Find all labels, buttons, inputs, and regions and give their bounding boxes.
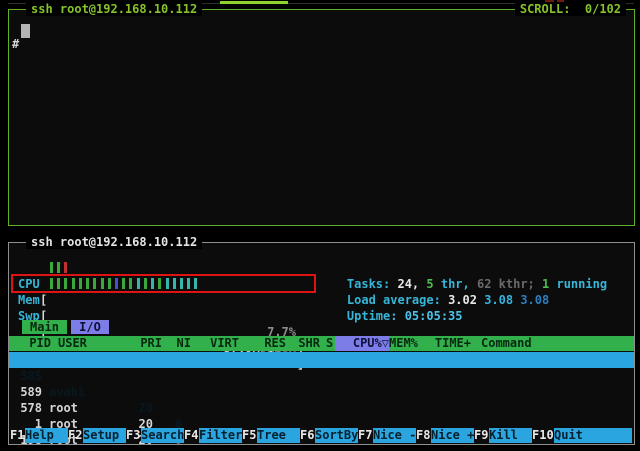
fkey-f1[interactable]: F1 xyxy=(10,428,25,443)
uptime-label: Uptime: xyxy=(347,309,405,323)
shell-prompt: # xyxy=(12,36,19,52)
fkey-f2-label[interactable]: Setup xyxy=(83,428,126,443)
top-terminal-pane[interactable] xyxy=(8,9,635,226)
fkey-f5[interactable]: F5 xyxy=(242,428,257,443)
fkey-f1-label[interactable]: Help xyxy=(25,428,68,443)
fkey-f4[interactable]: F4 xyxy=(184,428,199,443)
fkey-f3[interactable]: F3 xyxy=(126,428,141,443)
bottom-pane-title: ssh root@192.168.10.112 xyxy=(26,235,202,249)
fkey-f6-label[interactable]: SortBy xyxy=(315,428,358,443)
fkey-f8[interactable]: F8 xyxy=(416,428,431,443)
fkey-f6[interactable]: F6 xyxy=(300,428,315,443)
top-strip-green-segment xyxy=(220,1,288,4)
scroll-indicator: SCROLL: 0/102 xyxy=(515,2,626,16)
header-shr[interactable]: SHR xyxy=(279,336,320,350)
process-row-htop[interactable]: 589 root 20 0 1672 1444 1000 R 1.3 1.1 0… xyxy=(0,368,640,384)
process-row-init[interactable]: 1 root 20 0 768 524 476 S 0.0 0.4 0:02.1… xyxy=(0,400,640,416)
tab-io[interactable]: I/O xyxy=(71,320,109,334)
fkey-f10-label[interactable]: Quit xyxy=(554,428,632,443)
fkey-f9[interactable]: F9 xyxy=(474,428,489,443)
cpu-meter-bars xyxy=(50,262,230,274)
fkey-f7-label[interactable]: Nice - xyxy=(373,428,416,443)
load-average-line: Load average: 3.02 3.08 3.08 xyxy=(318,276,634,292)
process-table-header: PID USER PRI NI VIRT RES SHR S CPU%▽ MEM… xyxy=(9,336,634,351)
header-cpu: CPU% xyxy=(353,336,382,350)
tasks-line: Tasks: 24, 5 thr, 62 kthr; 1 running xyxy=(318,260,634,276)
header-user[interactable]: USER xyxy=(58,336,133,350)
terminal-cursor xyxy=(21,24,30,38)
sort-arrow-icon: ▽ xyxy=(382,336,389,350)
shell-prompt-line[interactable]: # xyxy=(0,20,640,36)
top-pane-title: ssh root@192.168.10.112 xyxy=(26,2,202,16)
header-pri[interactable]: PRI xyxy=(134,336,162,350)
header-ni[interactable]: NI xyxy=(167,336,191,350)
fkey-f7[interactable]: F7 xyxy=(358,428,373,443)
fkey-f10[interactable]: F10 xyxy=(532,428,554,443)
header-cpu-sort-column[interactable]: CPU%▽ xyxy=(335,336,389,351)
header-pid[interactable]: PID xyxy=(19,336,51,350)
fkey-f2[interactable]: F2 xyxy=(68,428,83,443)
tab-main[interactable]: Main xyxy=(22,320,67,334)
fkey-f9-label[interactable]: Kill xyxy=(489,428,532,443)
terminal-screen: ssh root@192.168.10.112 SCROLL: 0/102 # … xyxy=(0,0,640,451)
uptime-value: 05:05:35 xyxy=(405,309,463,323)
process-row-sshd[interactable]: 578 root 20 0 5760 5044 3816 S 0.6 3.9 0… xyxy=(0,384,640,400)
fkey-f3-label[interactable]: Search xyxy=(141,428,184,443)
mem-highlight-annotation xyxy=(11,274,316,293)
header-virt[interactable]: VIRT xyxy=(195,336,239,350)
process-row-avahi[interactable]: 585 avahi 20 0 2008 1272 728 S 3.9 1.0 1… xyxy=(0,352,640,368)
fkey-f4-label[interactable]: Filter xyxy=(199,428,242,443)
header-time[interactable]: TIME+ xyxy=(413,336,471,350)
fkey-f5-label[interactable]: Tree xyxy=(257,428,300,443)
header-command[interactable]: Command xyxy=(481,336,532,350)
uptime-line: Uptime: 05:05:35 xyxy=(318,292,634,308)
fkey-f8-label[interactable]: Nice + xyxy=(431,428,474,443)
